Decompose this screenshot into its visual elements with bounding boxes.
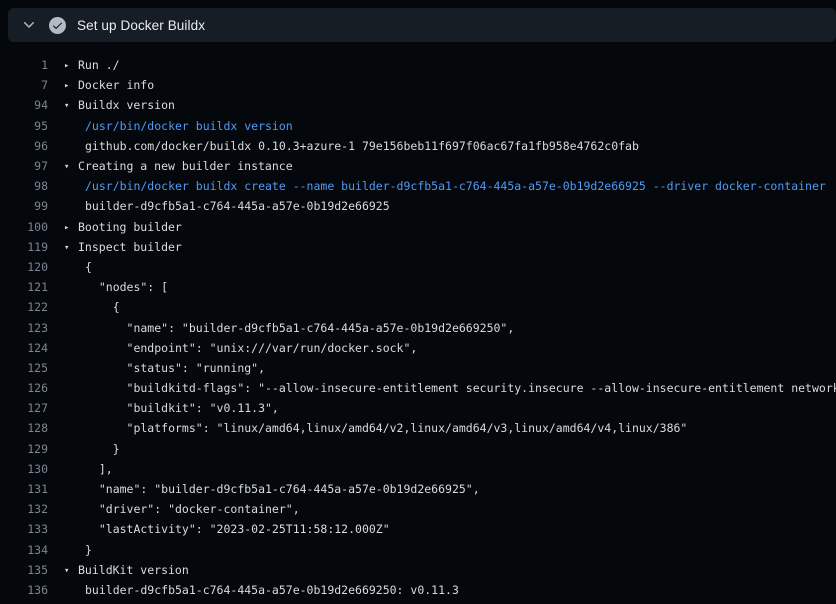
log-line: 129 } <box>0 439 836 459</box>
line-number[interactable]: 96 <box>0 139 48 153</box>
log-text: "name": "builder-d9cfb5a1-c764-445a-a57e… <box>48 321 514 335</box>
log-text: github.com/docker/buildx 0.10.3+azure-1 … <box>48 139 639 153</box>
log-text: "driver": "docker-container", <box>48 502 300 516</box>
line-number[interactable]: 124 <box>0 341 48 355</box>
log-line[interactable]: 119▾Inspect builder <box>0 237 836 257</box>
step-title: Set up Docker Buildx <box>77 18 205 33</box>
log-line: 132 "driver": "docker-container", <box>0 499 836 519</box>
log-lines: 1▸Run ./7▸Docker info94▾Buildx version95… <box>0 55 836 600</box>
group-title[interactable]: ▸Run ./ <box>48 58 120 72</box>
triangle-right-icon: ▸ <box>64 223 78 233</box>
group-title[interactable]: ▾Creating a new builder instance <box>48 159 293 173</box>
log-text: ], <box>48 462 113 476</box>
log-line[interactable]: 1▸Run ./ <box>0 55 836 75</box>
log-line: 98/usr/bin/docker buildx create --name b… <box>0 176 836 196</box>
triangle-down-icon: ▾ <box>64 162 78 172</box>
log-text: builder-d9cfb5a1-c764-445a-a57e-0b19d2e6… <box>48 583 459 597</box>
log-line: 122 { <box>0 297 836 317</box>
log-text: "buildkit": "v0.11.3", <box>48 401 279 415</box>
line-number[interactable]: 95 <box>0 119 48 133</box>
log-text: "nodes": [ <box>48 280 168 294</box>
log-line: 124 "endpoint": "unix:///var/run/docker.… <box>0 338 836 358</box>
line-number[interactable]: 1 <box>0 58 48 72</box>
group-title[interactable]: ▸Docker info <box>48 78 154 92</box>
line-number[interactable]: 123 <box>0 321 48 335</box>
log-text: /usr/bin/docker buildx version <box>48 119 293 133</box>
log-line[interactable]: 7▸Docker info <box>0 75 836 95</box>
triangle-right-icon: ▸ <box>64 61 78 71</box>
log-text: { <box>48 260 92 274</box>
line-number[interactable]: 127 <box>0 401 48 415</box>
log-line: 136builder-d9cfb5a1-c764-445a-a57e-0b19d… <box>0 580 836 600</box>
line-number[interactable]: 97 <box>0 159 48 173</box>
line-number[interactable]: 125 <box>0 361 48 375</box>
line-number[interactable]: 119 <box>0 240 48 254</box>
log-text: } <box>48 543 92 557</box>
log-text: { <box>48 300 120 314</box>
line-number[interactable]: 94 <box>0 98 48 112</box>
line-number[interactable]: 7 <box>0 78 48 92</box>
log-line: 128 "platforms": "linux/amd64,linux/amd6… <box>0 418 836 438</box>
line-number[interactable]: 136 <box>0 583 48 597</box>
log-line: 133 "lastActivity": "2023-02-25T11:58:12… <box>0 519 836 539</box>
line-number[interactable]: 128 <box>0 421 48 435</box>
log-text: builder-d9cfb5a1-c764-445a-a57e-0b19d2e6… <box>48 199 390 213</box>
log-line: 127 "buildkit": "v0.11.3", <box>0 398 836 418</box>
log-line: 95/usr/bin/docker buildx version <box>0 116 836 136</box>
log-text: "name": "builder-d9cfb5a1-c764-445a-a57e… <box>48 482 480 496</box>
triangle-down-icon: ▾ <box>64 566 78 576</box>
line-number[interactable]: 100 <box>0 220 48 234</box>
line-number[interactable]: 120 <box>0 260 48 274</box>
log-line[interactable]: 100▸Booting builder <box>0 217 836 237</box>
line-number[interactable]: 99 <box>0 199 48 213</box>
group-title[interactable]: ▾BuildKit version <box>48 563 189 577</box>
line-number[interactable]: 98 <box>0 179 48 193</box>
check-circle-icon <box>49 17 66 34</box>
log-text: "lastActivity": "2023-02-25T11:58:12.000… <box>48 522 390 536</box>
triangle-down-icon: ▾ <box>64 243 78 253</box>
log-text: "endpoint": "unix:///var/run/docker.sock… <box>48 341 417 355</box>
log-line: 125 "status": "running", <box>0 358 836 378</box>
log-text: /usr/bin/docker buildx create --name bui… <box>48 179 826 193</box>
log-line[interactable]: 97▾Creating a new builder instance <box>0 156 836 176</box>
log-line: 121 "nodes": [ <box>0 277 836 297</box>
log-text: "buildkitd-flags": "--allow-insecure-ent… <box>48 381 836 395</box>
group-title[interactable]: ▸Booting builder <box>48 220 182 234</box>
group-title[interactable]: ▾Inspect builder <box>48 240 182 254</box>
step-header[interactable]: Set up Docker Buildx <box>8 8 836 42</box>
log-text: "status": "running", <box>48 361 265 375</box>
line-number[interactable]: 122 <box>0 300 48 314</box>
group-title[interactable]: ▾Buildx version <box>48 98 175 112</box>
log-line: 130 ], <box>0 459 836 479</box>
line-number[interactable]: 126 <box>0 381 48 395</box>
log-line[interactable]: 135▾BuildKit version <box>0 560 836 580</box>
line-number[interactable]: 134 <box>0 543 48 557</box>
log-text: "platforms": "linux/amd64,linux/amd64/v2… <box>48 421 687 435</box>
log-area: 1▸Run ./7▸Docker info94▾Buildx version95… <box>0 42 836 604</box>
log-line: 120{ <box>0 257 836 277</box>
chevron-down-icon[interactable] <box>21 17 37 33</box>
triangle-right-icon: ▸ <box>64 81 78 91</box>
line-number[interactable]: 129 <box>0 442 48 456</box>
log-line: 134} <box>0 540 836 560</box>
log-line: 126 "buildkitd-flags": "--allow-insecure… <box>0 378 836 398</box>
line-number[interactable]: 132 <box>0 502 48 516</box>
log-line: 96github.com/docker/buildx 0.10.3+azure-… <box>0 136 836 156</box>
line-number[interactable]: 130 <box>0 462 48 476</box>
log-text: } <box>48 442 120 456</box>
log-line[interactable]: 94▾Buildx version <box>0 95 836 115</box>
log-line: 99builder-d9cfb5a1-c764-445a-a57e-0b19d2… <box>0 196 836 216</box>
triangle-down-icon: ▾ <box>64 101 78 111</box>
log-line: 123 "name": "builder-d9cfb5a1-c764-445a-… <box>0 317 836 337</box>
line-number[interactable]: 133 <box>0 522 48 536</box>
line-number[interactable]: 135 <box>0 563 48 577</box>
line-number[interactable]: 131 <box>0 482 48 496</box>
log-line: 131 "name": "builder-d9cfb5a1-c764-445a-… <box>0 479 836 499</box>
line-number[interactable]: 121 <box>0 280 48 294</box>
